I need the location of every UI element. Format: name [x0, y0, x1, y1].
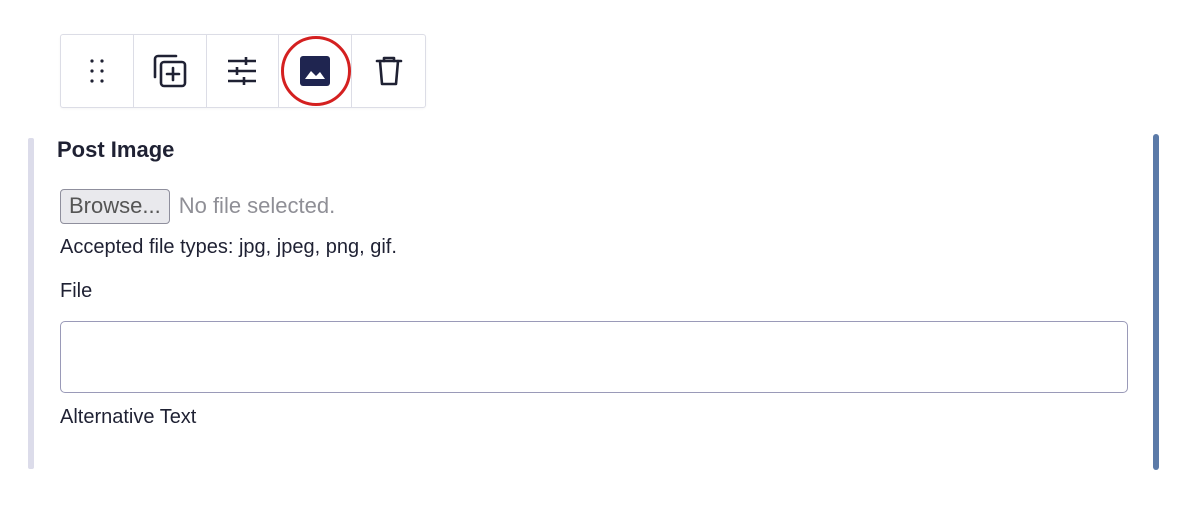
browse-button[interactable]: Browse... — [60, 188, 170, 224]
block-editor: Post Image Browse... No file selected. A… — [0, 0, 1200, 519]
block-scroll-indicator[interactable] — [1153, 134, 1159, 470]
settings-sliders-icon — [228, 57, 257, 85]
file-upload-control[interactable]: Browse... No file selected. — [60, 188, 335, 224]
block-toolbar — [60, 34, 426, 108]
image-button[interactable] — [279, 35, 353, 107]
alternative-text-label: Alternative Text — [60, 406, 197, 428]
field-title: Post Image — [57, 137, 175, 162]
block-left-border — [28, 138, 34, 469]
drag-handle-icon — [90, 59, 104, 83]
duplicate-button[interactable] — [134, 35, 207, 107]
settings-button[interactable] — [207, 35, 280, 107]
delete-button[interactable] — [352, 35, 425, 107]
image-icon — [300, 56, 331, 86]
accepted-file-types: Accepted file types: jpg, jpeg, png, gif… — [60, 236, 397, 258]
duplicate-icon — [153, 54, 186, 88]
trash-icon — [375, 56, 402, 86]
file-status: No file selected. — [178, 193, 336, 218]
file-label: File — [60, 280, 93, 302]
file-input[interactable] — [60, 321, 1128, 393]
drag-handle-button[interactable] — [61, 35, 134, 107]
